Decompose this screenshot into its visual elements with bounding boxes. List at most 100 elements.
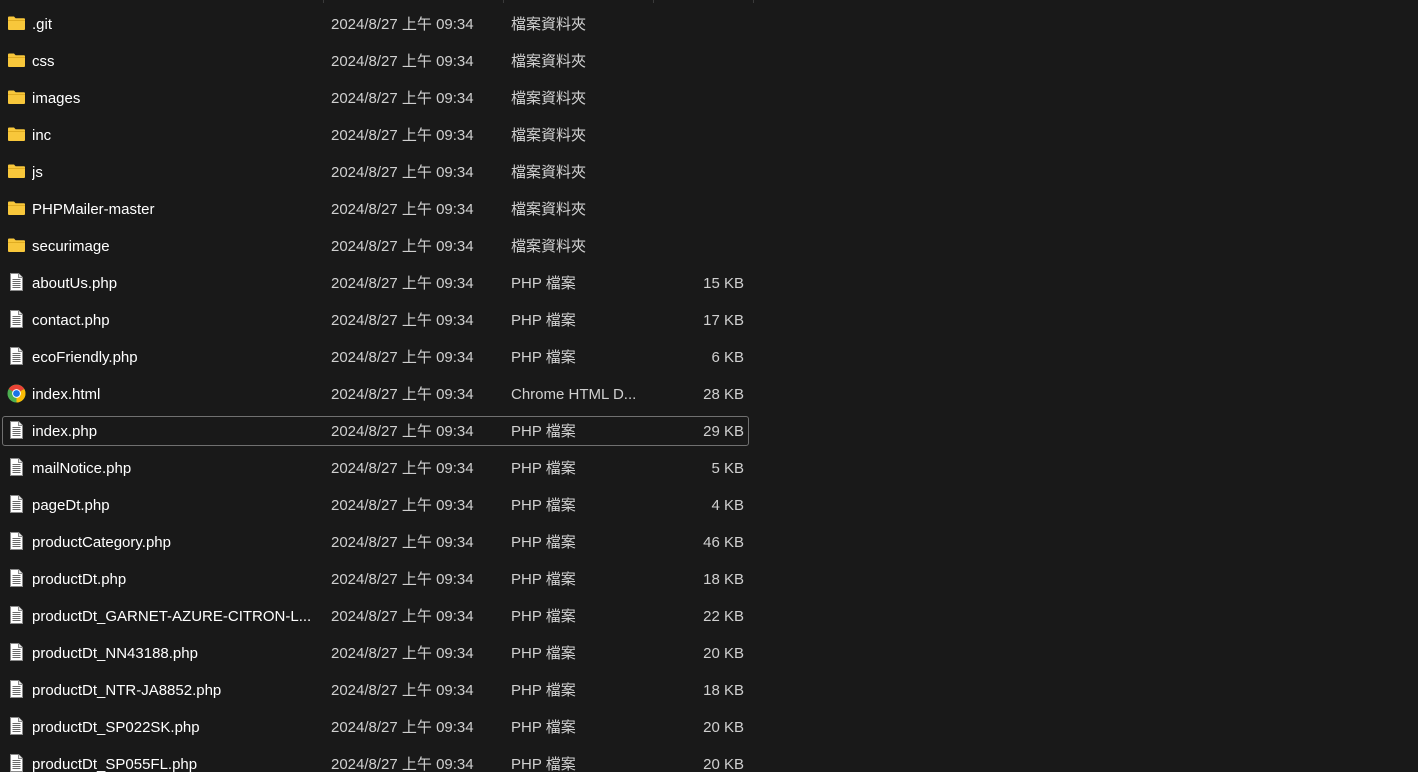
file-date-modified: 2024/8/27 上午 09:34 (331, 608, 474, 625)
document-icon (7, 273, 26, 291)
file-type: Chrome HTML D... (511, 386, 637, 403)
file-date-modified: 2024/8/27 上午 09:34 (331, 312, 474, 329)
document-icon (7, 532, 26, 550)
file-row[interactable]: js 2024/8/27 上午 09:34 檔案資料夾 (0, 155, 760, 192)
file-size: 15 KB (703, 275, 744, 292)
document-icon (7, 495, 26, 513)
file-date-modified: 2024/8/27 上午 09:34 (331, 90, 474, 107)
file-size: 22 KB (703, 608, 744, 625)
file-type: 檔案資料夾 (511, 164, 587, 181)
file-explorer: .git 2024/8/27 上午 09:34 檔案資料夾 css 2024/8/27… (0, 0, 1418, 772)
file-date-modified: 2024/8/27 上午 09:34 (331, 756, 474, 772)
file-name: productDt_NN43188.php (32, 645, 198, 662)
file-row[interactable]: aboutUs.php 2024/8/27 上午 09:34 PHP 檔案 15 KB (0, 266, 760, 303)
document-icon (7, 680, 26, 698)
file-row[interactable]: productDt_SP055FL.php 2024/8/27 上午 09:34 P… (0, 747, 760, 772)
chrome-icon (7, 384, 26, 403)
column-divider[interactable] (323, 0, 324, 3)
file-type: 檔案資料夾 (511, 90, 587, 107)
file-type: 檔案資料夾 (511, 16, 587, 33)
file-name: css (32, 53, 55, 70)
folder-icon (7, 162, 26, 180)
file-row[interactable]: PHPMailer-master 2024/8/27 上午 09:34 檔案資料夾 (0, 192, 760, 229)
file-name: productCategory.php (32, 534, 171, 551)
file-type: PHP 檔案 (511, 312, 576, 329)
file-row[interactable]: productCategory.php 2024/8/27 上午 09:34 PHP… (0, 525, 760, 562)
file-type: PHP 檔案 (511, 645, 576, 662)
file-size: 20 KB (703, 756, 744, 772)
file-row[interactable]: mailNotice.php 2024/8/27 上午 09:34 PHP 檔案 5 … (0, 451, 760, 488)
file-name: productDt_SP055FL.php (32, 756, 198, 772)
column-divider[interactable] (653, 0, 654, 3)
file-row[interactable]: index.php 2024/8/27 上午 09:34 PHP 檔案 29 KB (0, 414, 760, 451)
file-date-modified: 2024/8/27 上午 09:34 (331, 460, 474, 477)
file-size: 17 KB (703, 312, 744, 329)
file-row[interactable]: inc 2024/8/27 上午 09:34 檔案資料夾 (0, 118, 760, 155)
file-row[interactable]: images 2024/8/27 上午 09:34 檔案資料夾 (0, 81, 760, 118)
file-name: mailNotice.php (32, 460, 132, 477)
file-row[interactable]: productDt_GARNET-AZURE-CITRON-L... 2024/8… (0, 599, 760, 636)
file-type: PHP 檔案 (511, 571, 576, 588)
folder-icon (7, 125, 26, 143)
file-date-modified: 2024/8/27 上午 09:34 (331, 16, 474, 33)
file-date-modified: 2024/8/27 上午 09:34 (331, 386, 474, 403)
file-type: 檔案資料夾 (511, 238, 587, 255)
file-row[interactable]: securimage 2024/8/27 上午 09:34 檔案資料夾 (0, 229, 760, 266)
file-type: PHP 檔案 (511, 275, 576, 292)
document-icon (7, 606, 26, 624)
column-divider[interactable] (753, 0, 754, 3)
file-type: PHP 檔案 (511, 682, 576, 699)
file-size: 46 KB (703, 534, 744, 551)
column-divider[interactable] (503, 0, 504, 3)
file-row[interactable]: contact.php 2024/8/27 上午 09:34 PHP 檔案 17 KB (0, 303, 760, 340)
file-row[interactable]: css 2024/8/27 上午 09:34 檔案資料夾 (0, 44, 760, 81)
document-icon (7, 421, 26, 439)
file-date-modified: 2024/8/27 上午 09:34 (331, 719, 474, 736)
file-type: 檔案資料夾 (511, 53, 587, 70)
document-icon (7, 310, 26, 328)
file-name: pageDt.php (32, 497, 110, 514)
file-date-modified: 2024/8/27 上午 09:34 (331, 127, 474, 144)
file-size: 5 KB (711, 460, 744, 477)
file-type: PHP 檔案 (511, 608, 576, 625)
file-name: index.php (32, 423, 98, 440)
document-icon (7, 643, 26, 661)
file-date-modified: 2024/8/27 上午 09:34 (331, 201, 474, 218)
file-row[interactable]: productDt_NTR-JA8852.php 2024/8/27 上午 09:… (0, 673, 760, 710)
file-row[interactable]: index.html 2024/8/27 上午 09:34 Chrome HTML … (0, 377, 760, 414)
document-icon (7, 458, 26, 476)
file-size: 20 KB (703, 645, 744, 662)
document-icon (7, 347, 26, 365)
file-row[interactable]: ecoFriendly.php 2024/8/27 上午 09:34 PHP 檔案 6… (0, 340, 760, 377)
file-size: 28 KB (703, 386, 744, 403)
file-name: inc (32, 127, 52, 144)
file-type: 檔案資料夾 (511, 201, 587, 218)
file-name: productDt_GARNET-AZURE-CITRON-L... (32, 608, 312, 625)
folder-icon (7, 51, 26, 69)
file-date-modified: 2024/8/27 上午 09:34 (331, 275, 474, 292)
file-date-modified: 2024/8/27 上午 09:34 (331, 164, 474, 181)
file-name: js (32, 164, 43, 181)
file-date-modified: 2024/8/27 上午 09:34 (331, 497, 474, 514)
file-size: 18 KB (703, 571, 744, 588)
file-row[interactable]: .git 2024/8/27 上午 09:34 檔案資料夾 (0, 7, 760, 44)
file-date-modified: 2024/8/27 上午 09:34 (331, 238, 474, 255)
folder-icon (7, 88, 26, 106)
file-row[interactable]: pageDt.php 2024/8/27 上午 09:34 PHP 檔案 4 KB (0, 488, 760, 525)
document-icon (7, 569, 26, 587)
file-name: index.html (32, 386, 101, 403)
folder-icon (7, 236, 26, 254)
file-name: contact.php (32, 312, 110, 329)
file-type: PHP 檔案 (511, 719, 576, 736)
file-row[interactable]: productDt_NN43188.php 2024/8/27 上午 09:34 P… (0, 636, 760, 673)
file-row[interactable]: productDt_SP022SK.php 2024/8/27 上午 09:34 P… (0, 710, 760, 747)
file-row[interactable]: productDt.php 2024/8/27 上午 09:34 PHP 檔案 18 … (0, 562, 760, 599)
folder-icon (7, 14, 26, 32)
file-size: 29 KB (703, 423, 744, 440)
file-name: productDt_SP022SK.php (32, 719, 200, 736)
file-name: .git (32, 16, 53, 33)
folder-icon (7, 199, 26, 217)
file-type: PHP 檔案 (511, 423, 576, 440)
file-name: images (32, 90, 81, 107)
file-date-modified: 2024/8/27 上午 09:34 (331, 645, 474, 662)
